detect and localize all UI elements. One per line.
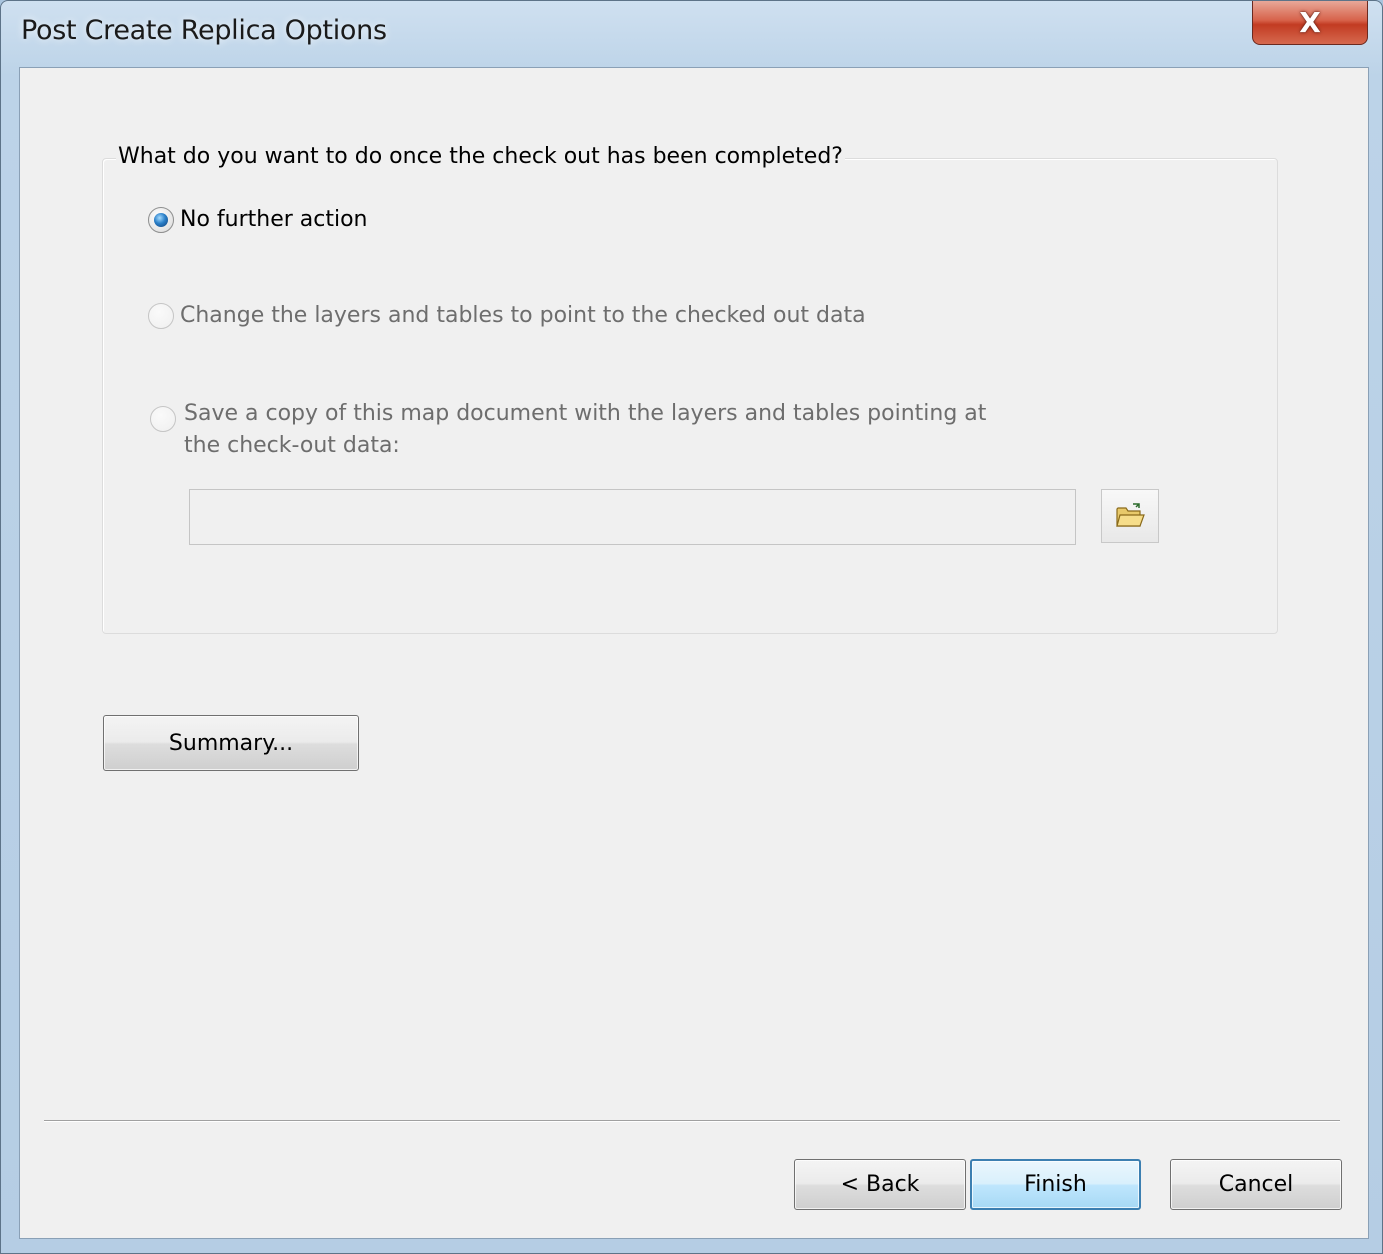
close-icon: X — [1299, 5, 1321, 39]
title-bar[interactable]: Post Create Replica Options X — [1, 1, 1382, 65]
browse-button[interactable] — [1101, 489, 1159, 543]
close-button[interactable]: X — [1252, 1, 1368, 45]
radio-button-disabled[interactable] — [148, 303, 174, 329]
finish-button[interactable]: Finish — [970, 1159, 1141, 1210]
footer-separator — [44, 1120, 1340, 1122]
radio-button-disabled[interactable] — [150, 406, 176, 432]
cancel-button[interactable]: Cancel — [1170, 1159, 1342, 1210]
radio-button-checked[interactable] — [148, 207, 174, 233]
radio-label-change-layers: Change the layers and tables to point to… — [180, 303, 866, 328]
back-button[interactable]: < Back — [794, 1159, 966, 1210]
radio-change-layers[interactable]: Change the layers and tables to point to… — [148, 303, 866, 332]
open-folder-icon — [1116, 503, 1145, 527]
radio-label-save-copy-line1: Save a copy of this map document with th… — [184, 401, 987, 426]
dialog-window: Post Create Replica Options X What do yo… — [0, 0, 1383, 1254]
radio-label-save-copy-line2: the check-out data: — [184, 433, 400, 458]
group-legend: What do you want to do once the check ou… — [116, 144, 845, 169]
radio-label-save-copy: Save a copy of this map document with th… — [184, 398, 986, 462]
radio-save-copy[interactable]: Save a copy of this map document with th… — [150, 401, 986, 462]
radio-no-further-action[interactable]: No further action — [148, 207, 368, 236]
map-document-path-input[interactable] — [189, 489, 1076, 545]
radio-label-no-further-action: No further action — [180, 207, 368, 232]
dialog-client-area: What do you want to do once the check ou… — [19, 67, 1369, 1239]
summary-button[interactable]: Summary... — [103, 715, 359, 771]
window-title: Post Create Replica Options — [21, 15, 387, 46]
